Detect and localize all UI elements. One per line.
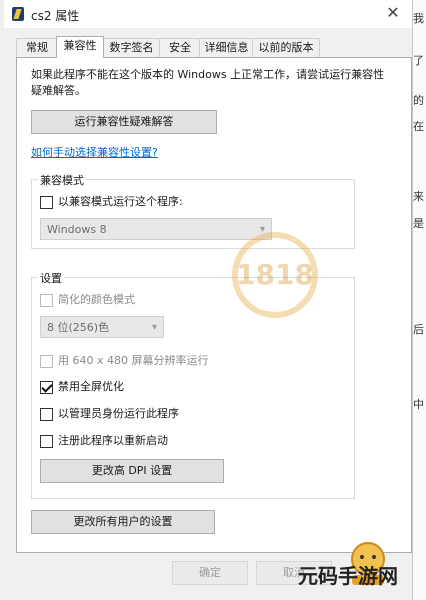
- reduced-color-row: 简化的颜色模式: [40, 292, 320, 308]
- register-restart-label: 注册此程序以重新启动: [58, 434, 168, 447]
- ok-button[interactable]: 确定: [172, 561, 248, 585]
- run-as-admin-checkbox[interactable]: [40, 408, 53, 421]
- res640-checkbox: [40, 355, 53, 368]
- intro-text: 如果此程序不能在这个版本的 Windows 上正常工作，请尝试运行兼容性疑难解答…: [31, 68, 385, 97]
- reduced-color-label: 简化的颜色模式: [58, 293, 135, 306]
- background-text: 在: [413, 120, 424, 133]
- background-text: 中: [413, 398, 424, 411]
- compat-mode-group: 兼容模式 以兼容模式运行这个程序: Windows 8 ▾: [31, 172, 355, 249]
- settings-group: 设置 简化的颜色模式 8 位(256)色 ▾ 用 640 x 480 屏幕分辨率…: [31, 270, 355, 499]
- res640-label: 用 640 x 480 屏幕分辨率运行: [58, 354, 209, 367]
- disable-fullscreen-row[interactable]: 禁用全屏优化: [40, 379, 320, 395]
- compat-mode-label: 兼容模式: [38, 172, 86, 188]
- properties-dialog: cs2 属性 ✕ 常规 兼容性 数字签名 安全 详细信息 以前的版本 如果此程序…: [4, 0, 413, 600]
- run-as-admin-label: 以管理员身份运行此程序: [58, 407, 179, 420]
- color-depth-select: 8 位(256)色 ▾: [40, 316, 164, 338]
- watermark-brand: 元码手游网: [298, 564, 398, 588]
- tab-previous-versions[interactable]: 以前的版本: [252, 38, 320, 57]
- background-text: 来: [413, 190, 424, 203]
- change-dpi-button[interactable]: 更改高 DPI 设置: [40, 459, 224, 483]
- background-window: 我 了 的 在 来 是 后 中: [411, 0, 426, 600]
- background-text: 的: [413, 94, 424, 107]
- background-text: 是: [413, 217, 424, 230]
- background-text: 了: [413, 54, 424, 67]
- screen: 我 了 的 在 来 是 后 中 cs2 属性 ✕ 常规 兼容性 数字签名 安全 …: [0, 0, 426, 600]
- manual-settings-link[interactable]: 如何手动选择兼容性设置?: [31, 144, 158, 160]
- tab-security[interactable]: 安全: [159, 38, 201, 57]
- run-as-admin-row[interactable]: 以管理员身份运行此程序: [40, 406, 320, 422]
- reduced-color-checkbox: [40, 294, 53, 307]
- color-depth-value: 8 位(256)色: [47, 321, 110, 334]
- register-restart-row[interactable]: 注册此程序以重新启动: [40, 433, 320, 449]
- close-icon[interactable]: ✕: [382, 2, 404, 24]
- register-restart-checkbox[interactable]: [40, 435, 53, 448]
- tab-general[interactable]: 常规: [16, 38, 58, 57]
- res640-row: 用 640 x 480 屏幕分辨率运行: [40, 353, 320, 369]
- tab-digital-signatures[interactable]: 数字签名: [102, 38, 161, 57]
- settings-label: 设置: [38, 270, 64, 286]
- compatibility-panel: 如果此程序不能在这个版本的 Windows 上正常工作，请尝试运行兼容性疑难解答…: [16, 57, 412, 553]
- disable-fullscreen-checkbox[interactable]: [40, 381, 53, 394]
- app-icon: [12, 7, 24, 21]
- change-all-users-button[interactable]: 更改所有用户的设置: [31, 510, 215, 534]
- compat-mode-checkbox-label: 以兼容模式运行这个程序:: [58, 195, 183, 208]
- compat-os-select[interactable]: Windows 8 ▾: [40, 218, 272, 240]
- disable-fullscreen-label: 禁用全屏优化: [58, 380, 124, 393]
- tab-details[interactable]: 详细信息: [199, 38, 254, 57]
- title-bar[interactable]: cs2 属性 ✕: [4, 0, 412, 28]
- compat-mode-checkbox-row[interactable]: 以兼容模式运行这个程序:: [40, 194, 320, 210]
- compat-os-value: Windows 8: [47, 223, 107, 236]
- chevron-down-icon: ▾: [259, 224, 265, 235]
- chevron-down-icon: ▾: [151, 322, 157, 333]
- background-text: 后: [413, 323, 424, 336]
- tab-compatibility[interactable]: 兼容性: [56, 36, 104, 58]
- compat-mode-checkbox[interactable]: [40, 196, 53, 209]
- background-text: 我: [413, 12, 424, 25]
- window-title: cs2 属性: [31, 9, 80, 23]
- run-troubleshooter-button[interactable]: 运行兼容性疑难解答: [31, 110, 217, 134]
